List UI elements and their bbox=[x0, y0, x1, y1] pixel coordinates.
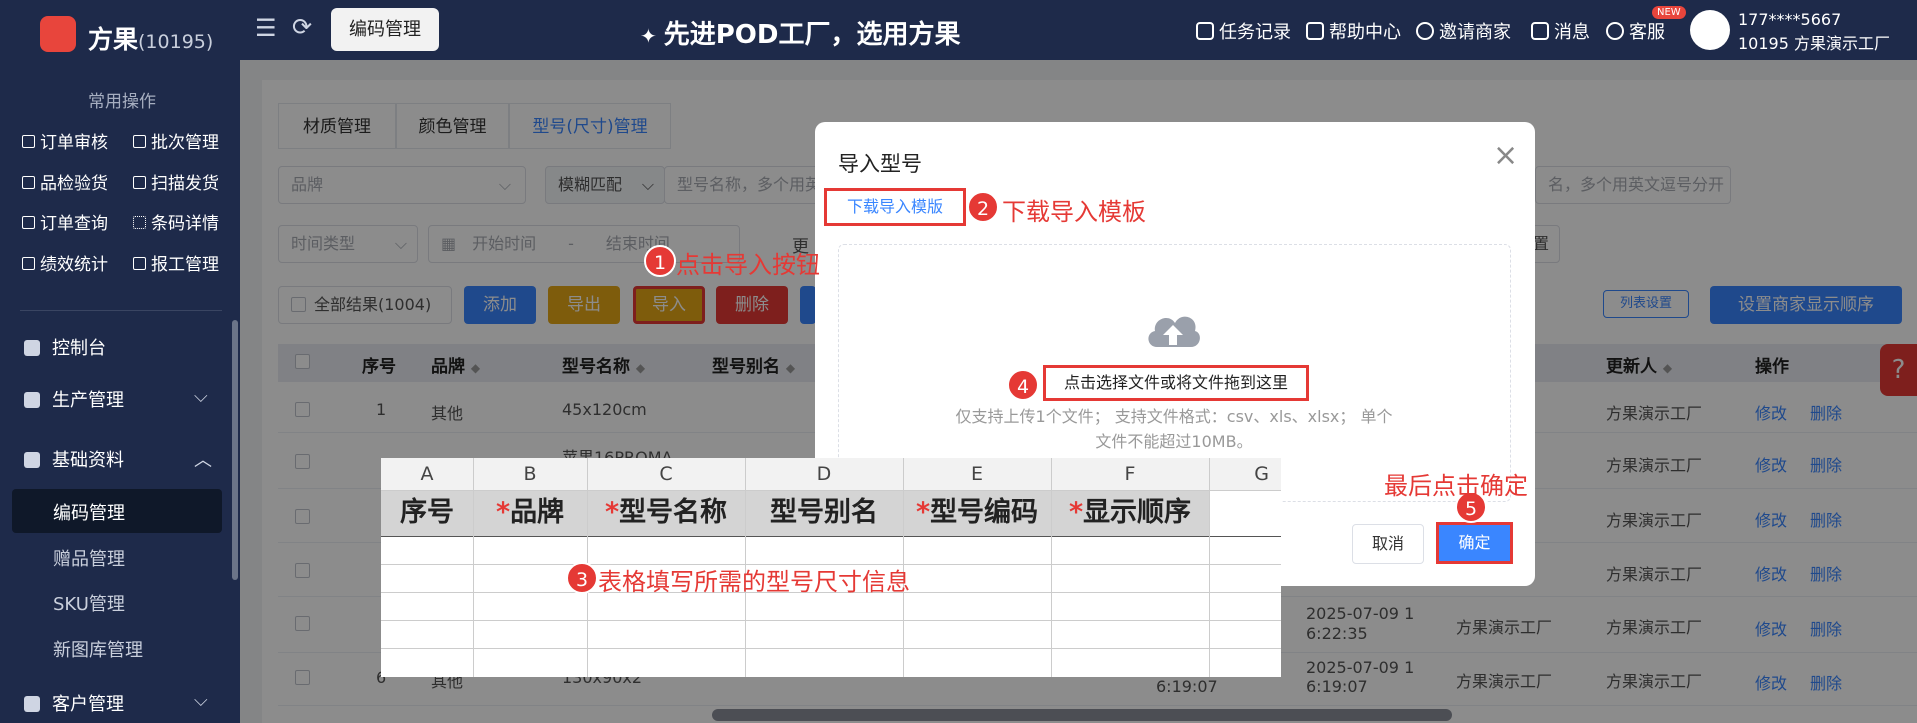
upload-hint-2: 文件不能超过10MB。 bbox=[1095, 432, 1253, 451]
sheet-gridline bbox=[473, 458, 474, 677]
callout-click-confirm: 最后点击确定 bbox=[1384, 472, 1528, 500]
task-record-link[interactable]: 任务记录 bbox=[1196, 18, 1291, 44]
logo-icon bbox=[40, 16, 76, 52]
dialog-title: 导入型号 bbox=[838, 152, 922, 176]
quick-link-barcode[interactable]: 条码详情 bbox=[133, 209, 219, 234]
sheet-gridline bbox=[1209, 458, 1210, 677]
quick-link-inspection[interactable]: 品检验货 bbox=[22, 169, 108, 194]
message-icon bbox=[1531, 22, 1549, 40]
col-letter-g: G bbox=[1209, 458, 1281, 490]
sheet-header-brand: *品牌 bbox=[473, 490, 587, 536]
col-letter-e: E bbox=[903, 458, 1051, 490]
report-icon bbox=[133, 257, 146, 270]
step-badge-2: 2 bbox=[967, 191, 999, 223]
sheet-gridline bbox=[1051, 458, 1052, 677]
menu-basic-data[interactable]: 基础资料 ︿ bbox=[24, 446, 214, 472]
callout-click-import: 点击导入按钮 bbox=[676, 251, 820, 279]
barcode-icon bbox=[133, 216, 146, 229]
quick-link-batch[interactable]: 批次管理 bbox=[133, 128, 219, 153]
download-template-button[interactable]: 下载导入模版 bbox=[824, 188, 966, 226]
callout-fill-sheet: 表格填写所需的型号尺寸信息 bbox=[598, 568, 910, 596]
col-letter-c: C bbox=[587, 458, 745, 490]
batch-icon bbox=[133, 135, 146, 148]
menu-dashboard[interactable]: 控制台 bbox=[24, 334, 214, 360]
database-icon bbox=[24, 452, 40, 468]
refresh-icon[interactable]: ⟳ bbox=[292, 13, 312, 41]
quick-link-order-review[interactable]: 订单审核 bbox=[22, 128, 108, 153]
customer-service-link[interactable]: 客服 bbox=[1606, 18, 1665, 44]
messages-link[interactable]: 消息 bbox=[1531, 18, 1590, 44]
new-badge: NEW bbox=[1652, 6, 1686, 19]
user-phone: 177****5667 bbox=[1738, 10, 1842, 29]
headset-icon bbox=[1606, 22, 1624, 40]
submenu-gallery[interactable]: 新图库管理 bbox=[53, 636, 143, 662]
check-icon bbox=[22, 135, 35, 148]
menu-production[interactable]: 生产管理 ⌵ bbox=[24, 386, 214, 412]
chevron-down-icon: ⌵ bbox=[194, 386, 208, 407]
scan-icon bbox=[133, 176, 146, 189]
sheet-header-display-order: *显示顺序 bbox=[1051, 490, 1209, 536]
callout-download-template: 下载导入模板 bbox=[1002, 198, 1146, 226]
sheet-header-model-alias: 型号别名 bbox=[745, 490, 903, 536]
quick-link-report[interactable]: 报工管理 bbox=[133, 250, 219, 275]
sheet-gridline bbox=[381, 536, 1281, 537]
sheet-header-model-code: *型号编码 bbox=[903, 490, 1051, 536]
confirm-button[interactable]: 确定 bbox=[1436, 522, 1513, 564]
step-badge-4: 4 bbox=[1007, 369, 1039, 401]
logo-id: (10195) bbox=[138, 31, 214, 53]
sheet-gridline bbox=[381, 620, 1281, 621]
submenu-gift[interactable]: 赠品管理 bbox=[53, 545, 125, 571]
select-file-button[interactable]: 点击选择文件或将文件拖到这里 bbox=[1043, 365, 1309, 401]
sheet-header-model-name: *型号名称 bbox=[587, 490, 745, 536]
sheet-header-no: 序号 bbox=[381, 490, 473, 536]
help-center-link[interactable]: 帮助中心 bbox=[1306, 18, 1401, 44]
query-icon bbox=[22, 216, 35, 229]
avatar[interactable] bbox=[1690, 10, 1730, 50]
col-letter-a: A bbox=[381, 458, 473, 490]
step-badge-1: 1 bbox=[644, 245, 676, 277]
user-icon bbox=[1416, 22, 1434, 40]
quick-link-order-query[interactable]: 订单查询 bbox=[22, 209, 108, 234]
slogan: ✦ 先进POD工厂，选用方果 bbox=[640, 20, 961, 50]
quick-ops-title: 常用操作 bbox=[88, 92, 156, 112]
production-icon bbox=[24, 392, 40, 408]
invite-merchant-link[interactable]: 邀请商家 bbox=[1416, 18, 1511, 44]
dashboard-icon bbox=[24, 340, 40, 356]
logo-text: 方果(10195) bbox=[88, 25, 214, 54]
help-icon bbox=[1306, 22, 1324, 40]
task-icon bbox=[1196, 22, 1214, 40]
sheet-gridline bbox=[381, 648, 1281, 649]
sheet-gridline bbox=[381, 490, 1281, 491]
customer-icon bbox=[24, 696, 40, 712]
tab-code-management[interactable]: 编码管理 bbox=[331, 8, 439, 51]
submenu-code-management[interactable]: 编码管理 bbox=[53, 499, 125, 525]
menu-toggle-icon[interactable]: ☰ bbox=[255, 14, 277, 42]
cloud-upload-icon bbox=[1148, 316, 1200, 347]
step-badge-3: 3 bbox=[566, 562, 598, 594]
menu-customer[interactable]: 客户管理 ⌵ bbox=[24, 690, 214, 716]
inspect-icon bbox=[22, 176, 35, 189]
sidebar-divider bbox=[20, 310, 222, 311]
chevron-down-icon: ⌵ bbox=[194, 690, 208, 711]
quick-link-performance[interactable]: 绩效统计 bbox=[22, 250, 108, 275]
upload-hint: 仅支持上传1个文件； 支持文件格式：csv、xls、xlsx； 单个 bbox=[955, 407, 1393, 426]
col-letter-d: D bbox=[745, 458, 903, 490]
submenu-sku[interactable]: SKU管理 bbox=[53, 590, 125, 616]
close-icon[interactable]: × bbox=[1493, 138, 1518, 173]
sidebar-scrollbar[interactable] bbox=[232, 320, 238, 580]
col-letter-f: F bbox=[1051, 458, 1209, 490]
cancel-button[interactable]: 取消 bbox=[1352, 524, 1424, 564]
col-letter-b: B bbox=[473, 458, 587, 490]
quick-link-scan-ship[interactable]: 扫描发货 bbox=[133, 169, 219, 194]
user-name: 10195 方果演示工厂 bbox=[1738, 34, 1890, 53]
chevron-up-icon: ︿ bbox=[194, 450, 212, 471]
chart-icon bbox=[22, 257, 35, 270]
